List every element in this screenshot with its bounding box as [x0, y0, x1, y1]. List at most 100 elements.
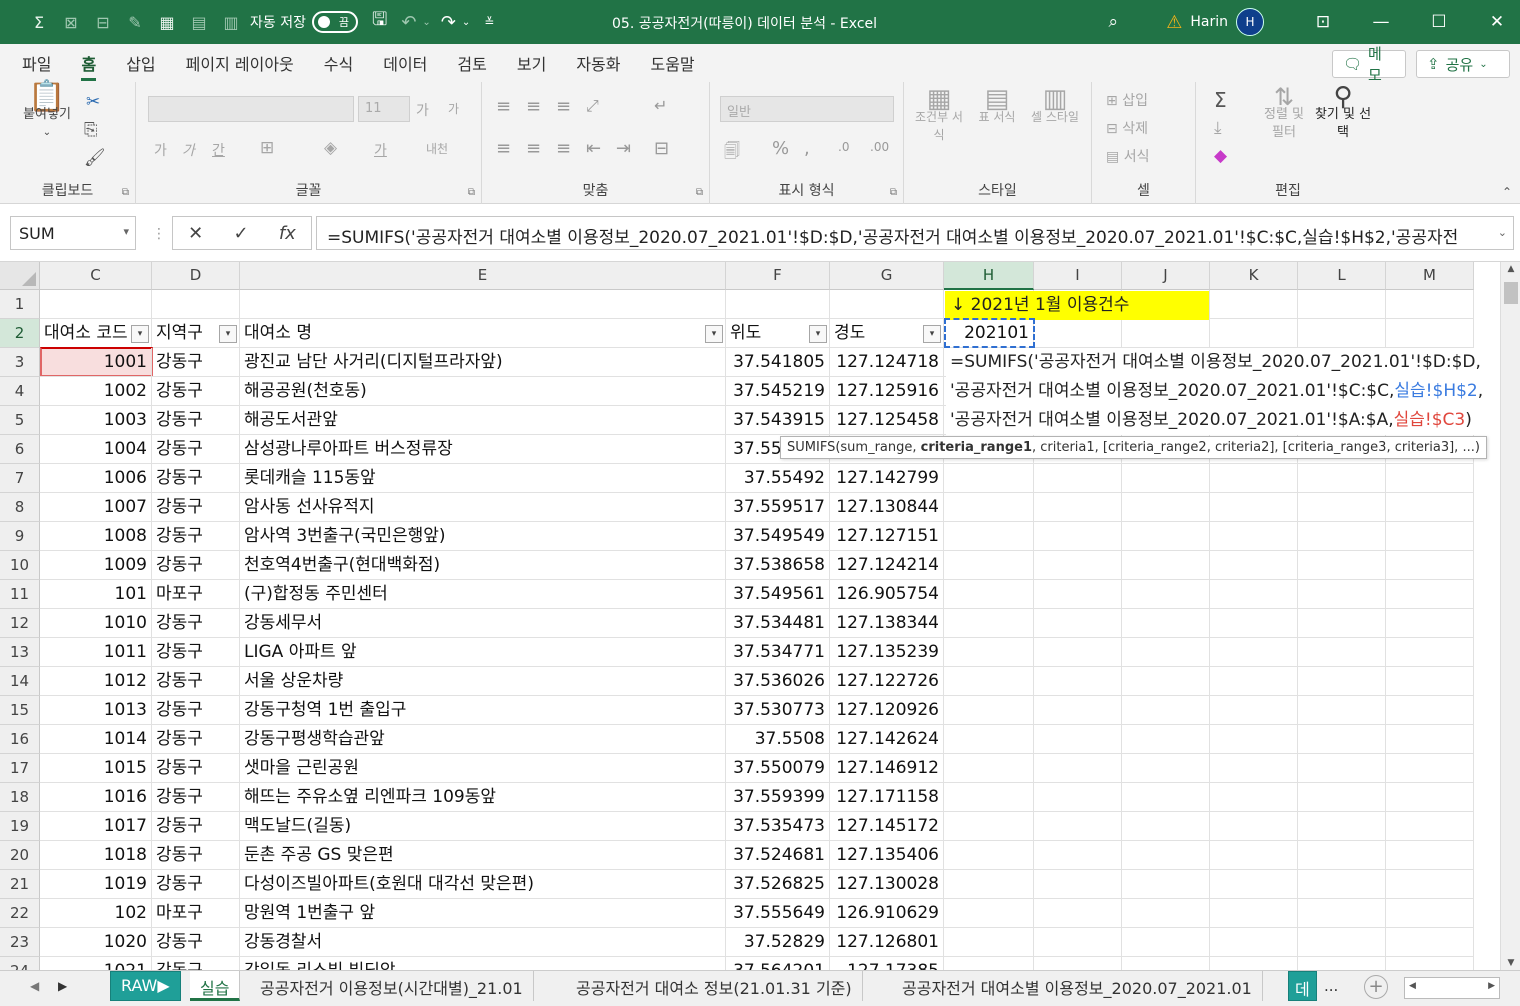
filter-dropdown-icon[interactable]: ▾ [923, 325, 941, 343]
vertical-scrollbar[interactable]: ▲ ▼ [1500, 262, 1520, 970]
row-header[interactable]: 9 [0, 522, 40, 551]
tab-view[interactable]: 보기 [517, 45, 546, 81]
data-cell[interactable]: 1015 [40, 754, 152, 783]
grid-cell[interactable] [1210, 609, 1298, 638]
grid-cell[interactable] [944, 464, 1034, 493]
data-cell[interactable]: 37.536026 [726, 667, 830, 696]
column-header-m[interactable]: M [1386, 262, 1474, 290]
cut-icon[interactable]: ✂ [86, 92, 100, 112]
grid-cell[interactable] [1034, 841, 1122, 870]
data-cell[interactable]: 1003 [40, 406, 152, 435]
tab-insert[interactable]: 삽입 [126, 45, 155, 81]
font-size-box[interactable]: 11 [358, 96, 410, 122]
tab-automate[interactable]: 자동화 [576, 45, 620, 81]
grid-cell[interactable] [1386, 464, 1474, 493]
data-cell[interactable]: 127.142799 [830, 464, 944, 493]
grid-cell[interactable] [1122, 870, 1210, 899]
grid-cell[interactable] [944, 638, 1034, 667]
grid-cell[interactable] [1122, 464, 1210, 493]
data-cell[interactable]: 1011 [40, 638, 152, 667]
row-header[interactable]: 17 [0, 754, 40, 783]
grid-cell[interactable] [1034, 696, 1122, 725]
grid-cell[interactable] [830, 290, 944, 319]
data-cell[interactable]: 37.534771 [726, 638, 830, 667]
shrink-font-icon[interactable]: 가 [448, 100, 459, 117]
grid-cell[interactable] [1122, 580, 1210, 609]
data-cell[interactable]: 1008 [40, 522, 152, 551]
grid-cell[interactable] [1298, 290, 1386, 319]
grid-cell[interactable] [1298, 899, 1386, 928]
row-header[interactable]: 2 [0, 319, 40, 348]
grid-cell[interactable] [1210, 580, 1298, 609]
ribbon-display-icon[interactable]: ⊡ [1300, 12, 1346, 32]
sheet-tab-hourly-usage[interactable]: 공공자전거 이용정보(시간대별)_21.01 [250, 971, 534, 1001]
row-header[interactable]: 21 [0, 870, 40, 899]
grid-cell[interactable] [1210, 551, 1298, 580]
align-middle-icon[interactable]: ≡ [526, 96, 541, 117]
enter-icon[interactable]: ✓ [233, 223, 248, 244]
data-cell[interactable]: 강동구 [152, 725, 240, 754]
underline-button[interactable]: 간 [212, 140, 225, 160]
grid-cell[interactable] [1298, 522, 1386, 551]
qat-tool-icon[interactable]: ⊟ [92, 11, 114, 33]
data-cell[interactable]: 마포구 [152, 580, 240, 609]
data-cell[interactable]: 1021 [40, 957, 152, 970]
data-cell[interactable]: 광진교 남단 사거리(디지털프라자앞) [240, 348, 726, 377]
collapse-ribbon-icon[interactable]: ⌃ [1502, 185, 1512, 199]
dialog-launcher-icon[interactable]: ⧉ [122, 187, 129, 198]
cell-styles-button[interactable]: ▥ 셀 스타일 [1028, 86, 1082, 126]
align-left-icon[interactable]: ≡ [496, 138, 511, 159]
tab-home[interactable]: 홈 [81, 45, 96, 81]
data-cell[interactable]: 1006 [40, 464, 152, 493]
delete-cells-button[interactable]: ⊟ 삭제 [1106, 118, 1148, 138]
sheet-tab-station-usage[interactable]: 공공자전거 대여소별 이용정보_2020.07_2021.01 [892, 971, 1263, 1001]
data-cell[interactable]: 126.905754 [830, 580, 944, 609]
row-header[interactable]: 20 [0, 841, 40, 870]
align-bottom-icon[interactable]: ≡ [556, 96, 571, 117]
sort-filter-button[interactable]: ⇅ 정렬 및 필터 [1256, 85, 1312, 142]
italic-button[interactable]: 가 [182, 140, 195, 160]
next-sheet-icon[interactable]: ▶ [58, 979, 67, 993]
grid-cell[interactable] [1386, 754, 1474, 783]
grid-cell[interactable] [152, 290, 240, 319]
data-cell[interactable]: 102 [40, 899, 152, 928]
grid-cell[interactable] [1298, 841, 1386, 870]
align-center-icon[interactable]: ≡ [526, 138, 541, 159]
grid-cell[interactable] [1122, 783, 1210, 812]
data-cell[interactable]: 강동구 [152, 435, 240, 464]
data-cell[interactable]: 강동구청역 1번 출입구 [240, 696, 726, 725]
grid-cell[interactable] [1386, 493, 1474, 522]
row-header[interactable]: 23 [0, 928, 40, 957]
grid-cell[interactable] [1386, 522, 1474, 551]
grid-cell[interactable] [944, 667, 1034, 696]
grid-cell[interactable] [1210, 812, 1298, 841]
column-header-f[interactable]: F [726, 262, 830, 290]
grid-cell[interactable] [1386, 725, 1474, 754]
data-cell[interactable]: 1004 [40, 435, 152, 464]
grid-cell[interactable] [944, 841, 1034, 870]
horizontal-scrollbar[interactable]: ◀ ▶ [1404, 977, 1500, 999]
data-cell[interactable]: 1017 [40, 812, 152, 841]
row-header[interactable]: 22 [0, 899, 40, 928]
undo-dropdown-icon[interactable]: ⌄ [422, 17, 430, 28]
grid-cell[interactable] [944, 493, 1034, 522]
scroll-up-icon[interactable]: ▲ [1501, 264, 1520, 274]
data-cell[interactable]: 37.545219 [726, 377, 830, 406]
data-cell[interactable]: 1020 [40, 928, 152, 957]
grid-cell[interactable] [1122, 696, 1210, 725]
grid-cell[interactable] [1210, 493, 1298, 522]
data-cell[interactable]: 37.5508 [726, 725, 830, 754]
font-name-box[interactable] [148, 96, 354, 122]
grid-cell[interactable] [1386, 928, 1474, 957]
grid-cell[interactable] [944, 580, 1034, 609]
format-painter-icon[interactable]: 🖌 [84, 148, 106, 168]
tab-formulas[interactable]: 수식 [324, 45, 353, 81]
grid-cell[interactable] [1122, 493, 1210, 522]
data-cell[interactable]: 해뜨는 주유소옆 리엔파크 109동앞 [240, 783, 726, 812]
grid-cell[interactable] [944, 783, 1034, 812]
grid-cell[interactable] [944, 522, 1034, 551]
font-color-button[interactable]: 가 [374, 140, 387, 160]
grid-cell[interactable] [1034, 522, 1122, 551]
memo-button[interactable]: 🗨 메모 [1332, 45, 1406, 84]
dialog-launcher-icon[interactable]: ⧉ [696, 187, 703, 198]
